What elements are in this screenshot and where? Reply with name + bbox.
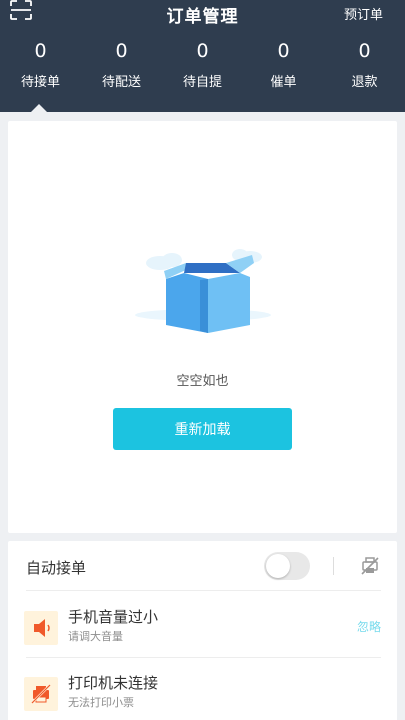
alert-subtitle: 请调大音量	[68, 630, 123, 643]
stat-label: 催单	[270, 75, 297, 90]
alert-icon-box	[24, 611, 58, 645]
alert-subtitle: 无法打印小票	[68, 696, 134, 709]
reload-button[interactable]: 重新加载	[113, 408, 292, 450]
top-header: 订单管理 预订单 0 待接单 0 待配送 0 待自提 0 催单 0 退款	[0, 0, 405, 113]
stat-count: 0	[277, 40, 290, 62]
stat-label: 退款	[351, 75, 378, 90]
stat-label: 待接单	[20, 75, 60, 90]
stat-refunds[interactable]: 0 退款	[324, 40, 405, 100]
settings-card: 自动接单 手机音量过小 请调大音量 忽略 打印机未连接 无法打印小票	[8, 541, 397, 720]
stat-label: 待自提	[182, 75, 222, 90]
alert-printer: 打印机未连接 无法打印小票	[24, 672, 384, 720]
empty-state-card: 空空如也 重新加载	[8, 121, 397, 533]
stat-label: 待配送	[101, 75, 141, 90]
alert-volume: 手机音量过小 请调大音量	[24, 606, 384, 656]
alert-title: 打印机未连接	[68, 674, 159, 692]
divider	[26, 590, 381, 591]
printer-off-icon	[31, 684, 51, 704]
alert-title: 手机音量过小	[68, 608, 159, 626]
toggle-knob	[266, 554, 290, 578]
order-stats: 0 待接单 0 待配送 0 待自提 0 催单 0 退款	[0, 40, 405, 100]
stat-count: 0	[115, 40, 128, 62]
stat-pending-accept[interactable]: 0 待接单	[0, 40, 81, 100]
printer-off-icon[interactable]	[360, 556, 380, 576]
alert-icon-box	[24, 677, 58, 711]
stat-count: 0	[34, 40, 47, 62]
active-tab-indicator	[30, 104, 48, 113]
stat-count: 0	[358, 40, 371, 62]
ignore-button[interactable]: 忽略	[357, 618, 381, 635]
empty-box-icon	[135, 249, 271, 333]
empty-message: 空空如也	[176, 374, 229, 389]
preorder-link[interactable]: 预订单	[344, 4, 383, 23]
stat-count: 0	[196, 40, 209, 62]
divider	[333, 557, 334, 575]
stat-pending-delivery[interactable]: 0 待配送	[81, 40, 162, 100]
auto-accept-toggle[interactable]	[264, 552, 310, 580]
stat-reminders[interactable]: 0 催单	[243, 40, 324, 100]
divider	[26, 657, 381, 658]
auto-accept-label: 自动接单	[26, 559, 87, 577]
speaker-icon	[34, 619, 50, 637]
stat-pending-pickup[interactable]: 0 待自提	[162, 40, 243, 100]
